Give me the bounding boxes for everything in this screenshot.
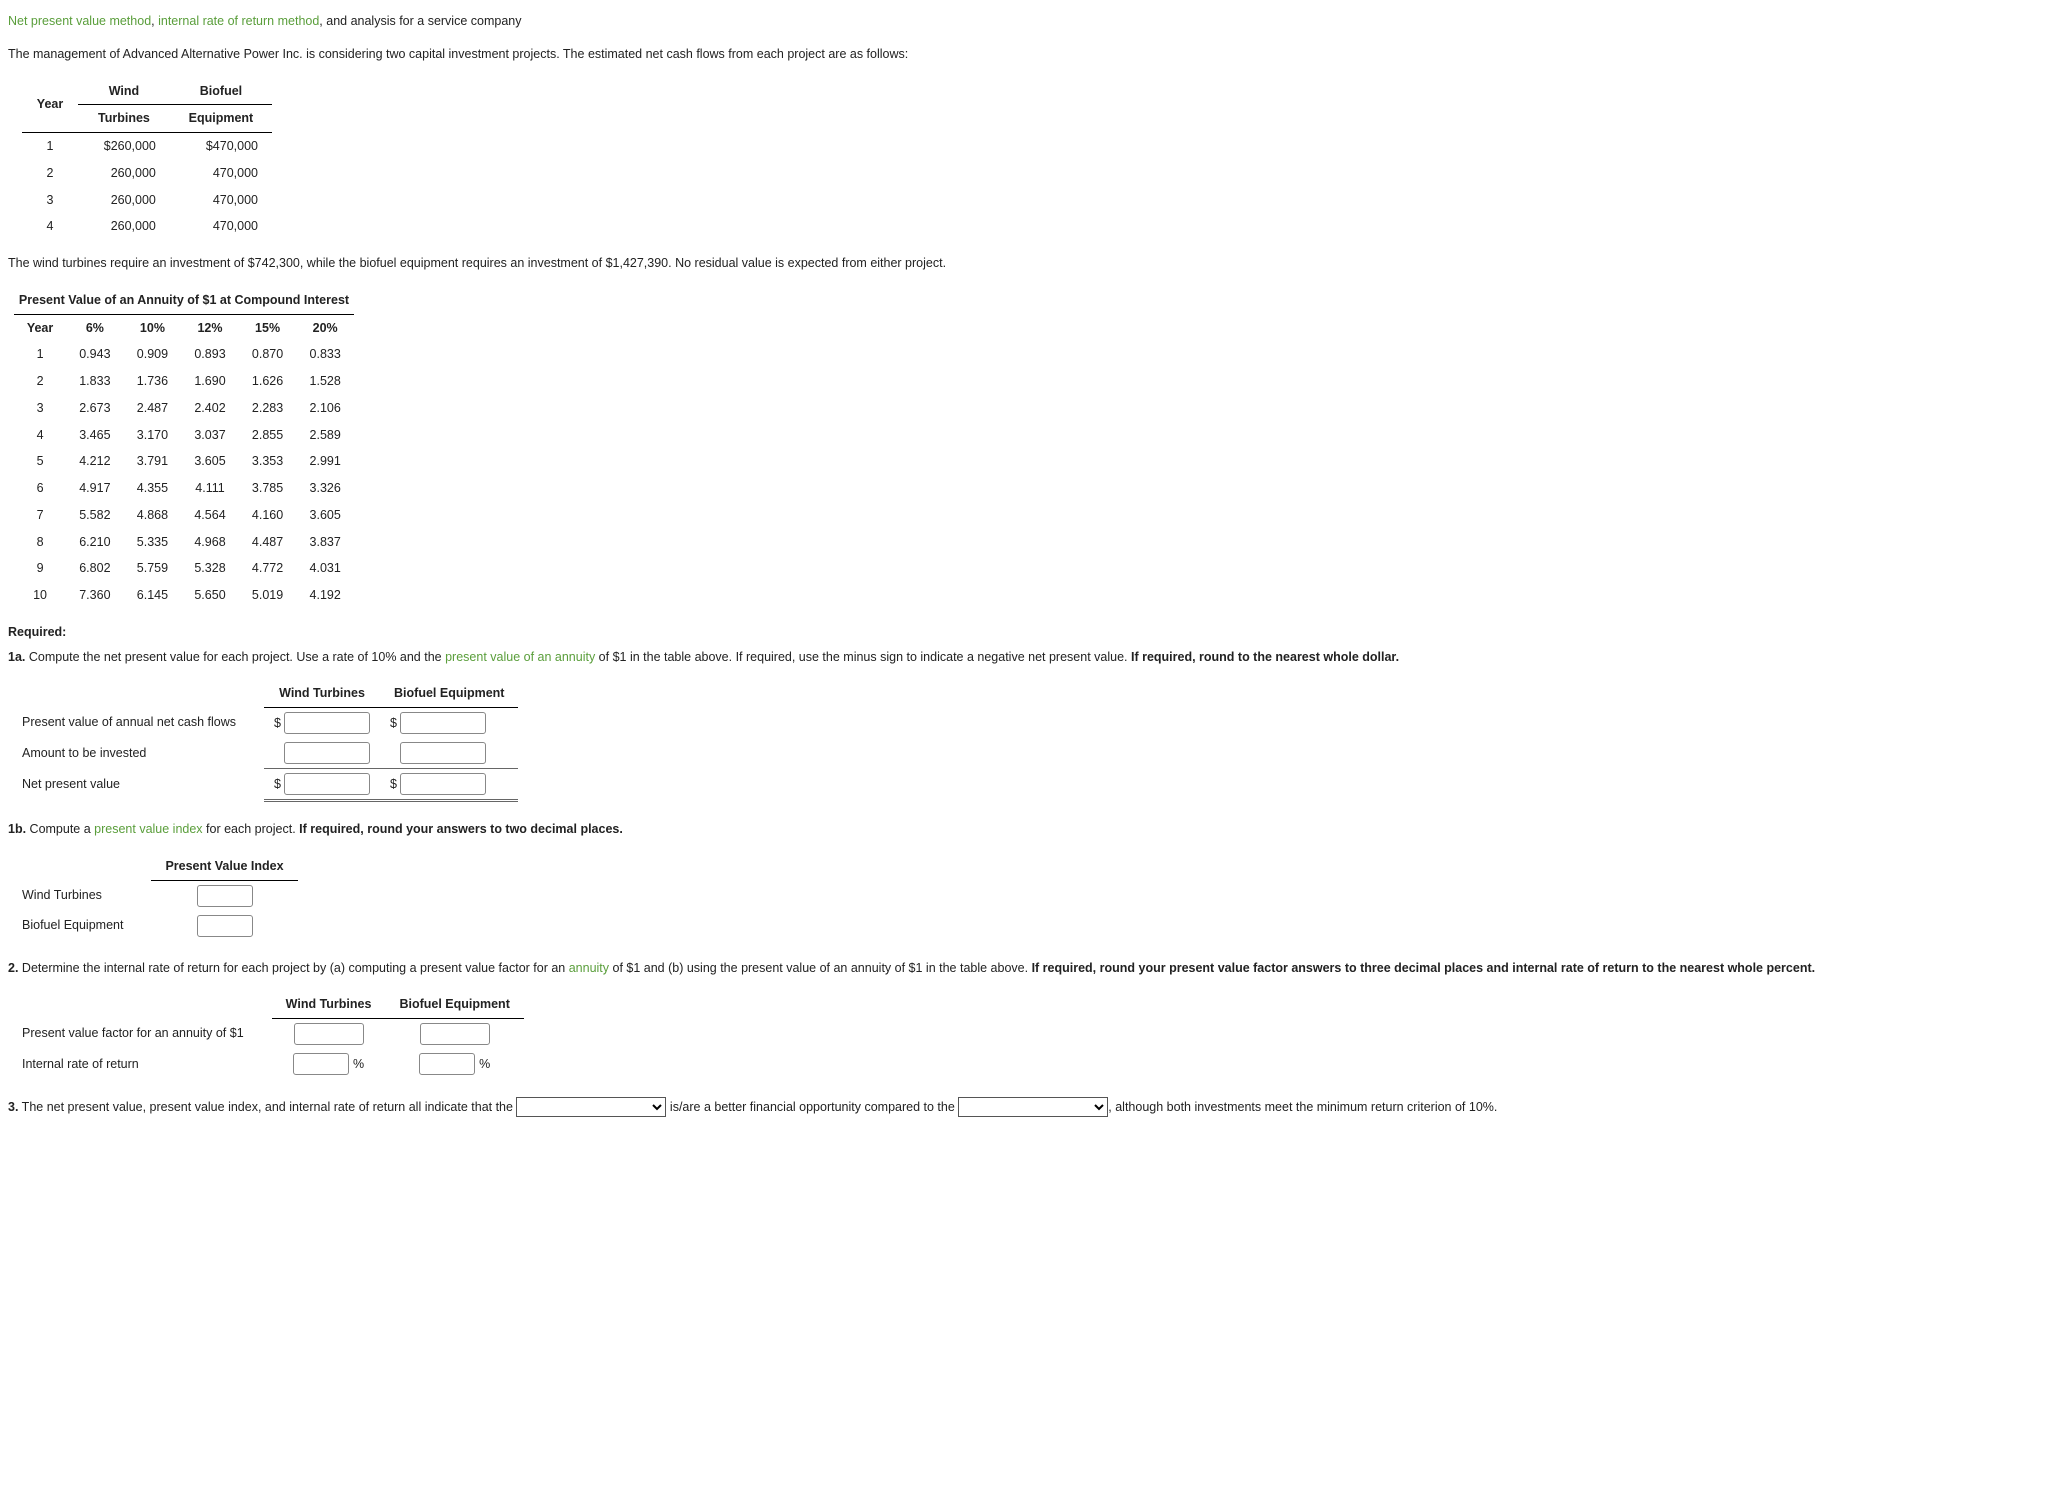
table-row: 86.2105.3354.9684.4873.837 [14, 529, 354, 556]
table-row: 96.8025.7595.3284.7724.031 [14, 555, 354, 582]
cash-flows-table: Year Wind Biofuel Turbines Equipment 1$2… [22, 78, 272, 241]
pvi-bio-input[interactable] [197, 915, 253, 937]
term-annuity: annuity [569, 961, 609, 975]
term-npv: Net present value method [8, 14, 151, 28]
table-row: 21.8331.7361.6901.6261.528 [14, 368, 354, 395]
pvi-wind-input[interactable] [197, 885, 253, 907]
npv-h-bio: Biofuel Equipment [380, 680, 518, 707]
npv-wind-pv-input[interactable] [284, 712, 370, 734]
irr-bio-rate-input[interactable] [419, 1053, 475, 1075]
annuity-h-year: Year [14, 314, 66, 341]
npv-bio-invest-input[interactable] [400, 742, 486, 764]
pvi-table: Present Value Index Wind Turbines Biofue… [12, 853, 298, 941]
q1a-num: 1a. [8, 650, 25, 664]
header-year: Year [22, 78, 78, 133]
irr-h-wind: Wind Turbines [272, 991, 386, 1018]
irr-row-2: Internal rate of return [12, 1049, 272, 1079]
required-label: Required: [8, 623, 2044, 642]
table-row: 75.5824.8684.5644.1603.605 [14, 502, 354, 529]
term-pv-annuity: present value of an annuity [445, 650, 595, 664]
npv-wind-npv-input[interactable] [284, 773, 370, 795]
pvi-row-bio: Biofuel Equipment [12, 911, 151, 941]
header-bio-1: Biofuel [170, 78, 272, 105]
npv-row-3: Net present value [12, 769, 264, 801]
q1b-num: 1b. [8, 822, 26, 836]
annuity-table: Present Value of an Annuity of $1 at Com… [14, 287, 354, 609]
irr-wind-rate-input[interactable] [293, 1053, 349, 1075]
annuity-h-10: 10% [124, 314, 182, 341]
table-row: 3260,000470,000 [22, 187, 272, 214]
table-row: 43.4653.1703.0372.8552.589 [14, 422, 354, 449]
table-row: 1$260,000$470,000 [22, 133, 272, 160]
investment-paragraph: The wind turbines require an investment … [8, 254, 2044, 273]
npv-bio-npv-input[interactable] [400, 773, 486, 795]
irr-wind-pvf-input[interactable] [294, 1023, 364, 1045]
annuity-h-20: 20% [296, 314, 354, 341]
table-row: 107.3606.1455.6505.0194.192 [14, 582, 354, 609]
irr-row-1: Present value factor for an annuity of $… [12, 1019, 272, 1050]
table-row: 2260,000470,000 [22, 160, 272, 187]
term-pv-index: present value index [94, 822, 202, 836]
annuity-h-15: 15% [239, 314, 297, 341]
q2-num: 2. [8, 961, 18, 975]
pvi-row-wind: Wind Turbines [12, 880, 151, 911]
npv-row-2: Amount to be invested [12, 738, 264, 769]
table-row: 54.2123.7913.6053.3532.991 [14, 448, 354, 475]
table-row: 4260,000470,000 [22, 213, 272, 240]
header-bio-2: Equipment [170, 105, 272, 133]
intro-paragraph: The management of Advanced Alternative P… [8, 45, 2044, 64]
term-irr: internal rate of return method [158, 14, 319, 28]
table-row: 32.6732.4872.4022.2832.106 [14, 395, 354, 422]
question-1a: 1a. Compute the net present value for ea… [8, 648, 2044, 667]
table-row: 10.9430.9090.8930.8700.833 [14, 341, 354, 368]
question-3: 3. The net present value, present value … [8, 1097, 2044, 1117]
pvi-header: Present Value Index [151, 853, 297, 880]
irr-h-bio: Biofuel Equipment [385, 991, 523, 1018]
npv-row-1: Present value of annual net cash flows [12, 708, 264, 739]
annuity-h-12: 12% [181, 314, 239, 341]
table-row: 64.9174.3554.1113.7853.326 [14, 475, 354, 502]
question-1b: 1b. Compute a present value index for ea… [8, 820, 2044, 839]
irr-table: Wind Turbines Biofuel Equipment Present … [12, 991, 524, 1079]
problem-title: Net present value method, internal rate … [8, 12, 2044, 31]
annuity-h-6: 6% [66, 314, 124, 341]
header-wind-1: Wind [78, 78, 170, 105]
q3-dropdown-2[interactable] [958, 1097, 1108, 1117]
annuity-title: Present Value of an Annuity of $1 at Com… [14, 287, 354, 314]
question-2: 2. Determine the internal rate of return… [8, 959, 2044, 978]
npv-wind-invest-input[interactable] [284, 742, 370, 764]
irr-bio-pvf-input[interactable] [420, 1023, 490, 1045]
q3-num: 3. [8, 1100, 18, 1114]
q3-dropdown-1[interactable] [516, 1097, 666, 1117]
npv-h-wind: Wind Turbines [264, 680, 380, 707]
npv-table: Wind Turbines Biofuel Equipment Present … [12, 680, 518, 802]
npv-bio-pv-input[interactable] [400, 712, 486, 734]
header-wind-2: Turbines [78, 105, 170, 133]
